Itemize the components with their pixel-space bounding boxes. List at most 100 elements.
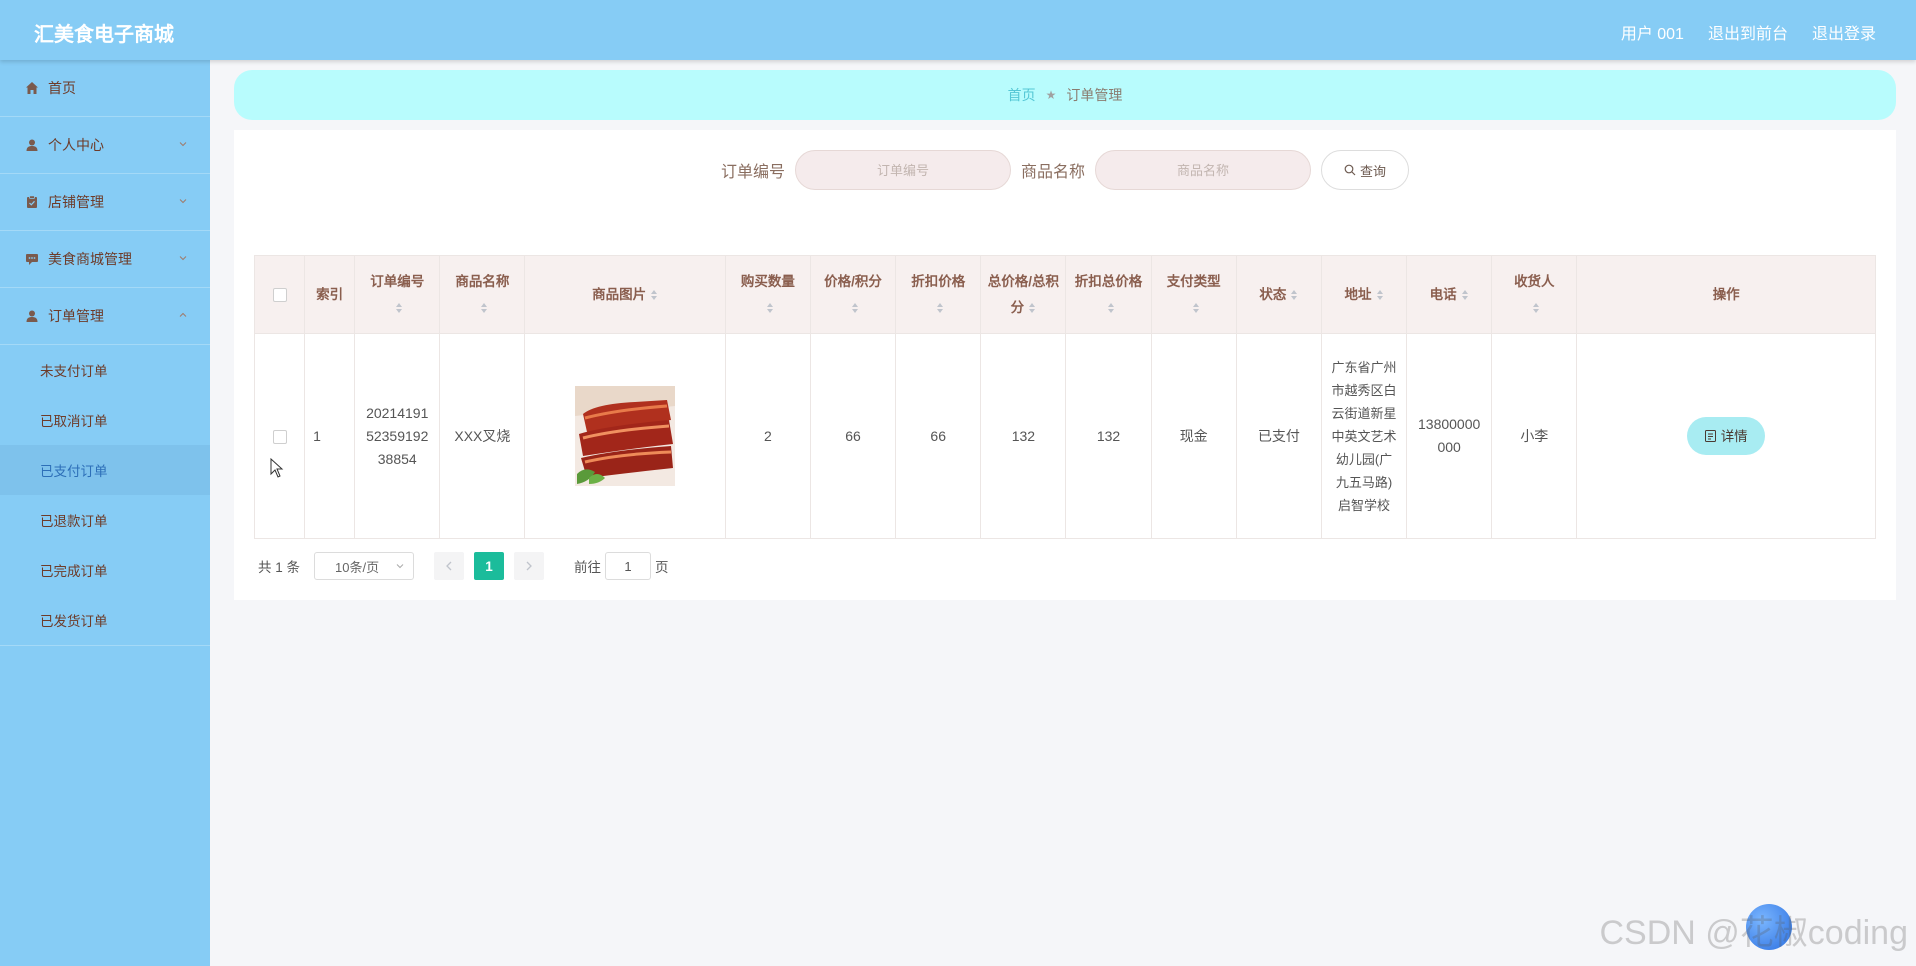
col-header-index: 索引	[304, 255, 356, 334]
col-header-label: 折扣价格	[911, 273, 966, 289]
col-header-phone[interactable]: 电话	[1406, 255, 1493, 334]
sort-icon[interactable]	[851, 302, 859, 314]
row-checkbox[interactable]	[272, 429, 287, 444]
sidebar-item-personal-center[interactable]: 个人中心	[0, 117, 210, 174]
col-header-label: 收货人	[1514, 273, 1555, 289]
chevron-down-icon	[179, 142, 187, 147]
sub-item-unpaid-orders[interactable]: 未支付订单	[0, 345, 210, 395]
query-button[interactable]: 查询	[1321, 150, 1410, 190]
detail-button[interactable]: 详情	[1687, 417, 1766, 455]
goto-page-input[interactable]	[605, 552, 652, 580]
col-header-discount-total[interactable]: 折扣总价格	[1065, 255, 1152, 334]
sidebar-item-label: 店铺管理	[48, 194, 104, 210]
search-icon	[1344, 164, 1356, 176]
col-header-quantity[interactable]: 购买数量	[724, 255, 811, 334]
sub-item-cancelled-orders[interactable]: 已取消订单	[0, 395, 210, 445]
product-name-input[interactable]	[1095, 150, 1312, 190]
top-header: 汇美食电子商城 用户 001 退出到前台 退出登录	[0, 0, 1916, 60]
col-header-discount-price[interactable]: 折扣价格	[895, 255, 982, 334]
cell-discount-total: 132	[1065, 333, 1152, 539]
sort-icon[interactable]	[1028, 302, 1036, 314]
breadcrumb-current: 订单管理	[1066, 87, 1123, 103]
chevron-left-icon	[446, 561, 452, 571]
char-siu-image	[575, 386, 676, 486]
query-button-label: 查询	[1360, 163, 1387, 179]
sub-item-completed-orders[interactable]: 已完成订单	[0, 545, 210, 595]
col-header-label: 总价格/总积分	[987, 273, 1059, 315]
col-header-label: 地址	[1344, 286, 1372, 302]
sort-icon[interactable]	[1290, 289, 1298, 301]
clipboard-icon	[24, 194, 40, 210]
col-header-product-name[interactable]: 商品名称	[439, 255, 526, 334]
chevron-down-icon	[179, 199, 187, 204]
page-size-value: 10条/页	[335, 559, 380, 575]
cell-product-image	[524, 333, 726, 539]
user-icon	[24, 137, 40, 153]
sort-icon[interactable]	[480, 302, 488, 314]
sub-item-paid-orders[interactable]: 已支付订单	[0, 445, 210, 495]
orders-table: 索引 订单编号 商品名称 商品图片 购买数量 价格/积分 折扣价格 总价格/总积…	[253, 255, 1876, 539]
sort-icon[interactable]	[766, 302, 774, 314]
breadcrumb-home[interactable]: 首页	[1008, 85, 1036, 105]
sort-icon[interactable]	[1532, 302, 1540, 314]
col-header-label: 折扣总价格	[1074, 273, 1143, 289]
col-header-label: 购买数量	[740, 273, 795, 289]
col-header-total-price[interactable]: 总价格/总积分	[980, 255, 1067, 334]
mouse-cursor-icon	[270, 458, 284, 478]
logout-link[interactable]: 退出登录	[1812, 20, 1876, 44]
sidebar-item-home[interactable]: 首页	[0, 60, 210, 117]
goto-suffix: 页	[655, 560, 669, 575]
sort-icon[interactable]	[395, 302, 403, 314]
sidebar-item-food-mall-management[interactable]: 美食商城管理	[0, 231, 210, 288]
page-number-button[interactable]: 1	[474, 552, 505, 580]
prev-page-button[interactable]	[434, 552, 465, 580]
sort-icon[interactable]	[650, 289, 658, 301]
col-header-order-no[interactable]: 订单编号	[354, 255, 441, 334]
goto-prefix: 前往	[574, 560, 602, 575]
col-header-address[interactable]: 地址	[1320, 255, 1408, 334]
select-all-checkbox[interactable]	[272, 287, 287, 302]
product-name-label: 商品名称	[1021, 164, 1086, 181]
col-header-label: 商品名称	[455, 273, 510, 289]
search-bar: 订单编号 商品名称 查询	[234, 150, 1896, 190]
user-icon	[24, 308, 40, 324]
next-page-button[interactable]	[514, 552, 545, 580]
sub-item-shipped-orders[interactable]: 已发货订单	[0, 595, 210, 645]
col-header-price[interactable]: 价格/积分	[809, 255, 897, 334]
order-submenu: 未支付订单 已取消订单 已支付订单 已退款订单 已完成订单 已发货订单	[0, 345, 210, 646]
sidebar-item-label: 订单管理	[48, 308, 104, 324]
main-card: 订单编号 商品名称 查询 索引 订单编号 商品名称 商品图片 购买数量 价格/积…	[234, 130, 1896, 600]
page-size-select[interactable]: 10条/页	[314, 552, 415, 580]
breadcrumb: 首页 ★ 订单管理	[234, 70, 1896, 120]
col-header-label: 订单编号	[370, 273, 425, 289]
sort-icon[interactable]	[1107, 302, 1115, 314]
sidebar-item-order-management[interactable]: 订单管理	[0, 288, 210, 345]
sort-icon[interactable]	[1192, 302, 1200, 314]
chevron-right-icon	[526, 561, 532, 571]
detail-button-label: 详情	[1720, 428, 1748, 444]
col-header-pay-type[interactable]: 支付类型	[1150, 255, 1237, 334]
goto-page: 前往 页	[574, 552, 669, 580]
sidebar-item-label: 个人中心	[48, 137, 104, 153]
cell-price: 66	[809, 333, 897, 539]
sidebar-item-shop-management[interactable]: 店铺管理	[0, 174, 210, 231]
sort-icon[interactable]	[1376, 289, 1384, 301]
cell-product-name: XXX叉烧	[439, 333, 526, 539]
sort-icon[interactable]	[936, 302, 944, 314]
back-to-front-link[interactable]: 退出到前台	[1708, 20, 1788, 44]
cell-phone: 13800000000	[1406, 333, 1493, 539]
col-header-product-image[interactable]: 商品图片	[524, 255, 726, 334]
cell-address: 广东省广州市越秀区白云街道新星中英文艺术幼儿园(广九五马路)启智学校	[1320, 333, 1408, 539]
csdn-watermark: CSDN @花椒coding	[1599, 914, 1909, 952]
order-no-input[interactable]	[795, 150, 1011, 190]
col-header-status[interactable]: 状态	[1235, 255, 1322, 334]
brand-title: 汇美食电子商城	[34, 24, 174, 46]
cell-action: 详情	[1576, 333, 1876, 539]
col-header-label: 商品图片	[592, 286, 647, 302]
sort-icon[interactable]	[1461, 289, 1469, 301]
user-link[interactable]: 用户 001	[1621, 20, 1684, 44]
col-header-receiver[interactable]: 收货人	[1491, 255, 1578, 334]
cell-order-no: 202141915235919238854	[354, 333, 441, 539]
cell-status: 已支付	[1235, 333, 1322, 539]
sub-item-refunded-orders[interactable]: 已退款订单	[0, 495, 210, 545]
